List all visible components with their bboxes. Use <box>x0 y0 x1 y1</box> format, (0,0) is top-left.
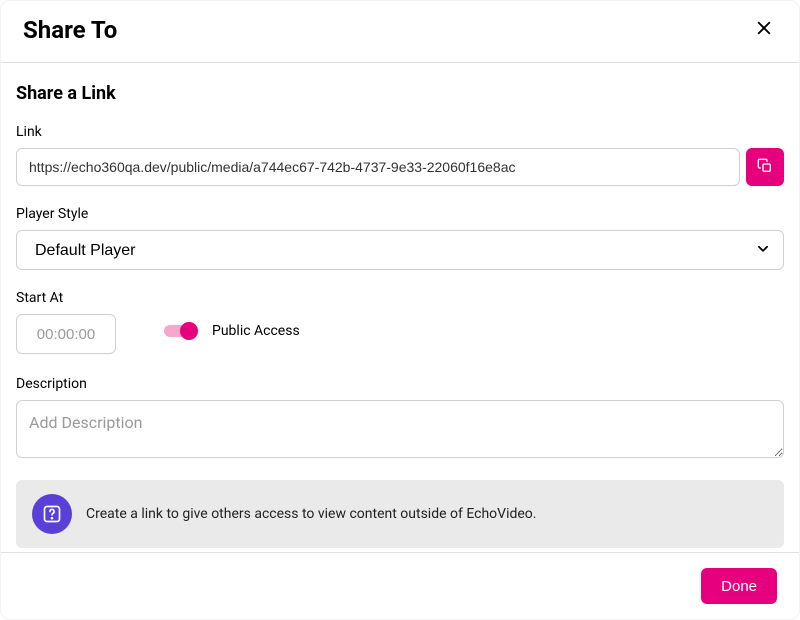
public-access-toggle[interactable] <box>164 325 194 337</box>
player-style-label: Player Style <box>16 206 784 222</box>
modal-header: Share To <box>1 1 799 63</box>
done-button[interactable]: Done <box>701 568 777 604</box>
description-label: Description <box>16 376 784 392</box>
toggle-knob <box>180 322 198 340</box>
start-at-label: Start At <box>16 290 116 306</box>
public-access-label: Public Access <box>212 323 300 339</box>
public-access-row: Public Access <box>164 323 300 339</box>
link-label: Link <box>16 124 784 140</box>
modal-title: Share To <box>23 16 117 44</box>
link-row <box>16 148 784 186</box>
close-button[interactable] <box>751 15 777 44</box>
start-at-field: Start At <box>16 290 116 354</box>
help-icon <box>32 494 72 534</box>
player-style-select[interactable]: Default Player <box>16 230 784 270</box>
share-modal: Share To Share a Link Link <box>0 0 800 620</box>
link-input[interactable] <box>16 148 740 186</box>
info-banner: Create a link to give others access to v… <box>16 480 784 548</box>
copy-link-button[interactable] <box>746 148 784 186</box>
modal-body: Share a Link Link Player Style Default P… <box>1 63 799 552</box>
description-input[interactable] <box>16 400 784 458</box>
close-icon <box>755 19 773 40</box>
section-heading: Share a Link <box>16 83 784 104</box>
info-text: Create a link to give others access to v… <box>86 506 536 522</box>
start-at-input[interactable] <box>16 314 116 354</box>
player-style-field: Default Player <box>16 230 784 270</box>
copy-icon <box>757 158 773 177</box>
start-row: Start At Public Access <box>16 290 784 354</box>
modal-footer: Done <box>1 552 799 619</box>
